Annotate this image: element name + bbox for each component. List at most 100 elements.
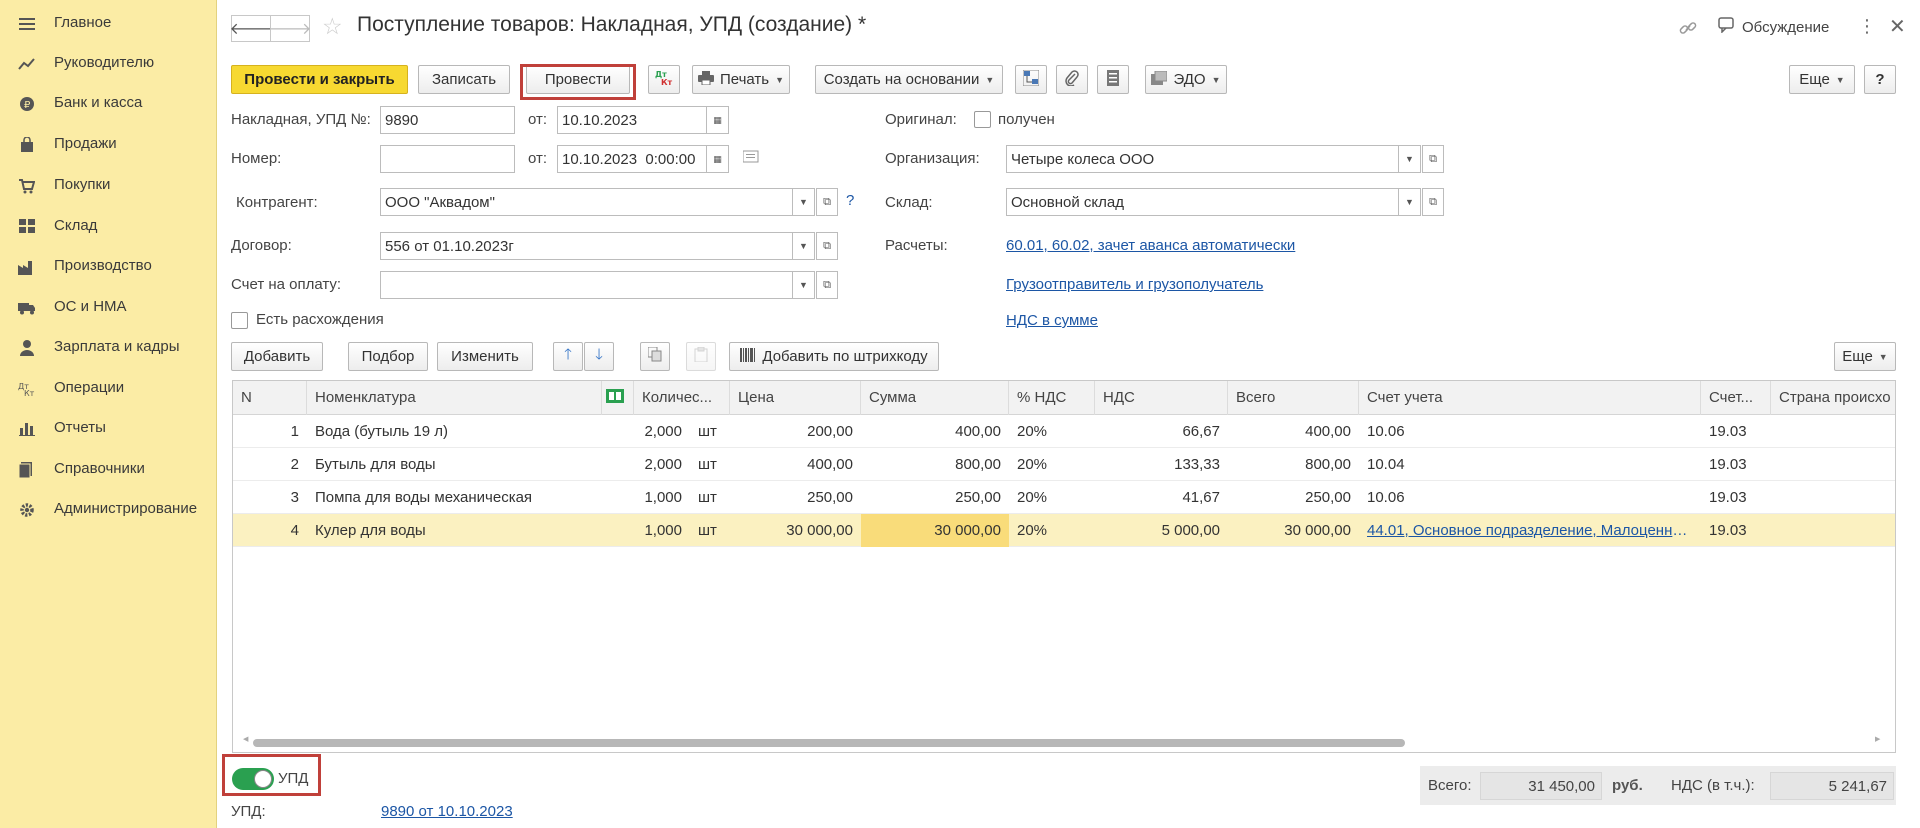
copy-button[interactable] [640,342,670,371]
structure-button[interactable] [1015,65,1047,94]
back-button[interactable]: 🡐 [230,15,272,42]
print-button[interactable]: Печать ▼ [692,65,790,94]
sidebar-item-main[interactable]: Главное [0,6,217,40]
link-icon[interactable] [1678,18,1698,42]
column-header-nomenclature[interactable]: Номенклатура [307,381,602,415]
settlements-link[interactable]: 60.01, 60.02, зачет аванса автоматически [1006,237,1295,254]
help-button[interactable]: ? [1864,65,1896,94]
sidebar-item-operations[interactable]: Дт Кт Операции [0,371,217,405]
edo-button[interactable]: ЭДО ▼ [1145,65,1227,94]
calendar-icon[interactable]: ▦ [706,146,728,172]
counterparty-label: Контрагент: [236,194,318,211]
dtkt-movements-button[interactable]: Дт Кт [648,65,680,94]
more-vertical-icon[interactable]: ⋮ [1858,16,1876,37]
column-header-characteristics[interactable] [602,381,634,415]
original-received-checkbox[interactable] [974,111,991,128]
column-header-vat-rate[interactable]: % НДС [1009,381,1095,415]
discussion-button[interactable]: Обсуждение [1718,17,1829,37]
pick-button[interactable]: Подбор [348,342,428,371]
payment-invoice-field[interactable]: ▼ [380,271,815,299]
dropdown-icon[interactable]: ▼ [792,272,814,298]
sidebar-item-assets[interactable]: ОС и НМА [0,290,217,324]
calendar-icon[interactable]: ▦ [706,107,728,133]
post-and-close-button[interactable]: Провести и закрыть [231,65,408,94]
column-header-sum[interactable]: Сумма [861,381,1009,415]
sidebar-item-sales[interactable]: Продажи [0,127,217,161]
dtkt-icon: Дт Кт [654,69,674,91]
number-field[interactable] [380,145,515,173]
counterparty-field[interactable]: ООО "Аквадом" ▼ [380,188,815,216]
column-header-country[interactable]: Страна происхо [1771,381,1895,415]
warehouse-field[interactable]: Основной склад ▼ [1006,188,1421,216]
dropdown-icon[interactable]: ▼ [1398,146,1420,172]
book-icon [18,461,35,478]
vat-in-sum-link[interactable]: НДС в сумме [1006,312,1098,329]
cell-n: 4 [290,522,299,539]
scrollbar-thumb[interactable] [253,739,1405,747]
dropdown-icon[interactable]: ▼ [1398,189,1420,215]
invoice-date-field[interactable]: 10.10.2023 ▦ [557,106,729,134]
table-row[interactable]: 1 Вода (бутыль 19 л) 2,000 шт 200,00 400… [233,415,1895,448]
horizontal-scrollbar[interactable]: ◀ ▶ [243,735,1883,748]
more-button[interactable]: Еще ▼ [1789,65,1855,94]
upd-link[interactable]: 9890 от 10.10.2023 [381,803,513,820]
save-button[interactable]: Записать [418,65,510,94]
sidebar-item-bank[interactable]: ₽ Банк и касса [0,86,217,120]
contract-field[interactable]: 556 от 01.10.2023г ▼ [380,232,815,260]
goods-table[interactable]: N Номенклатура Количес... Цена Сумма % Н… [232,380,1896,753]
discrepancy-checkbox[interactable] [231,312,248,329]
sidebar-item-salary[interactable]: Зарплата и кадры [0,330,217,364]
open-counterparty-button[interactable]: ⧉ [816,188,838,216]
column-header-vat-account[interactable]: Счет... [1701,381,1771,415]
table-row-selected[interactable]: 4 Кулер для воды 1,000 шт 30 000,00 30 0… [233,514,1895,547]
sidebar-item-purchases[interactable]: Покупки [0,168,217,202]
cell-sum-active[interactable]: 30 000,00 [861,514,1009,547]
paste-button[interactable] [686,342,716,371]
svg-text:Кт: Кт [24,389,35,397]
move-up-button[interactable]: 🡑 [553,342,583,371]
table-more-button[interactable]: Еще ▼ [1834,342,1896,371]
warehouse-icon [18,218,35,235]
sidebar-item-manager[interactable]: Руководителю [0,46,217,80]
scroll-left-icon[interactable]: ◀ [243,735,248,743]
table-row[interactable]: 2 Бутыль для воды 2,000 шт 400,00 800,00… [233,448,1895,481]
create-based-on-button[interactable]: Создать на основании ▼ [815,65,1003,94]
list-icon[interactable] [742,150,759,168]
close-icon[interactable]: ✕ [1889,14,1906,39]
help-icon[interactable]: ? [846,192,854,209]
invoice-number-label: Накладная, УПД №: [231,111,371,128]
sidebar-item-production[interactable]: Производство [0,249,217,283]
dropdown-icon[interactable]: ▼ [792,233,814,259]
open-warehouse-button[interactable]: ⧉ [1422,188,1444,216]
move-down-button[interactable]: 🡓 [584,342,614,371]
forward-button[interactable]: 🡒 [269,15,311,42]
received-label: получен [998,111,1055,128]
table-row[interactable]: 3 Помпа для воды механическая 1,000 шт 2… [233,481,1895,514]
column-header-n[interactable]: N [233,381,307,415]
shipper-consignee-link[interactable]: Грузоотправитель и грузополучатель [1006,276,1263,293]
number-date-field[interactable]: 10.10.2023 0:00:00 ▦ [557,145,729,173]
sidebar-item-admin[interactable]: Администрирование [0,492,217,526]
open-payment-invoice-button[interactable]: ⧉ [816,271,838,299]
add-by-barcode-button[interactable]: Добавить по штрихкоду [729,342,939,371]
sidebar-item-warehouse[interactable]: Склад [0,209,217,243]
invoice-number-field[interactable]: 9890 [380,106,515,134]
edit-button[interactable]: Изменить [437,342,533,371]
open-contract-button[interactable]: ⧉ [816,232,838,260]
column-header-account[interactable]: Счет учета [1359,381,1701,415]
scroll-right-icon[interactable]: ▶ [1875,735,1880,743]
cell-account-link[interactable]: 44.01, Основное подразделение, Малоценно… [1359,514,1701,547]
document-list-button[interactable] [1097,65,1129,94]
column-header-total[interactable]: Всего [1228,381,1359,415]
open-organization-button[interactable]: ⧉ [1422,145,1444,173]
attach-button[interactable] [1056,65,1088,94]
organization-field[interactable]: Четыре колеса ООО ▼ [1006,145,1421,173]
add-row-button[interactable]: Добавить [231,342,323,371]
sidebar-item-reports[interactable]: Отчеты [0,411,217,445]
column-header-quantity[interactable]: Количес... [634,381,730,415]
star-icon[interactable]: ☆ [322,13,343,40]
column-header-vat[interactable]: НДС [1095,381,1228,415]
column-header-price[interactable]: Цена [730,381,861,415]
dropdown-icon[interactable]: ▼ [792,189,814,215]
sidebar-item-directories[interactable]: Справочники [0,452,217,486]
